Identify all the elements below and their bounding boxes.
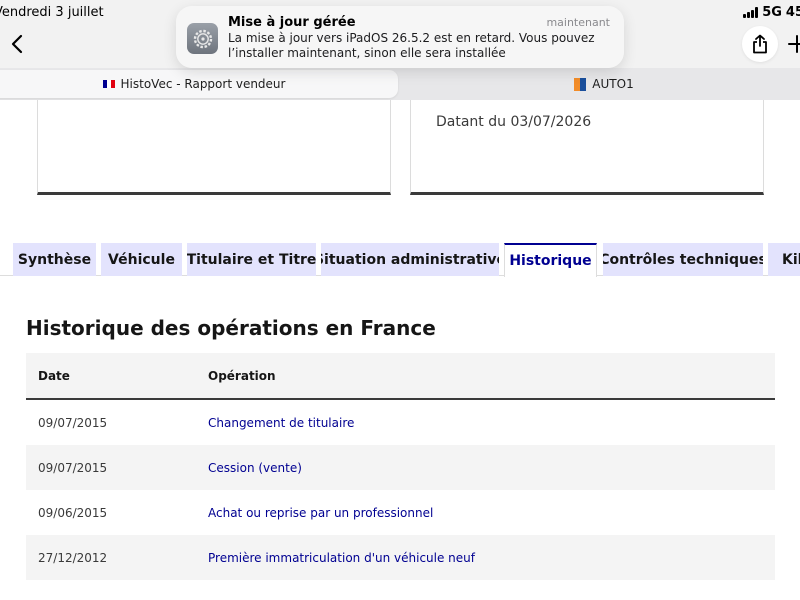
settings-gear-icon xyxy=(187,23,218,54)
chevron-left-icon xyxy=(11,34,23,54)
row-date: 09/07/2015 xyxy=(38,460,108,475)
column-header-date: Date xyxy=(38,368,70,383)
share-icon xyxy=(753,34,767,54)
signal-icon xyxy=(743,7,759,18)
browser-tab-histovec[interactable]: HistoVec - Rapport vendeur xyxy=(0,70,398,98)
tab-kilometrage[interactable]: Kilo xyxy=(768,243,800,276)
auto1-logo-icon xyxy=(574,77,587,91)
card-date: Datant du 03/07/2026 xyxy=(436,114,592,130)
row-operation: Achat ou reprise par un professionnel xyxy=(208,505,434,520)
tab-vehicule[interactable]: Véhicule xyxy=(101,243,182,276)
browser-tab-label: AUTO1 xyxy=(592,77,634,91)
tab-titulaire-titre[interactable]: Titulaire et Titre xyxy=(187,243,316,276)
row-date: 27/12/2012 xyxy=(38,550,108,565)
browser-tab-strip: HistoVec - Rapport vendeur AUTO1 xyxy=(0,68,800,100)
browser-tab-auto1[interactable]: AUTO1 xyxy=(408,70,800,98)
column-header-operation: Opération xyxy=(208,368,276,383)
notification-time: maintenant xyxy=(546,16,610,29)
table-row: 27/12/2012 Première immatriculation d'un… xyxy=(26,535,775,580)
update-notification[interactable]: Mise à jour gérée maintenant La mise à j… xyxy=(176,6,624,68)
browser-tab-label: HistoVec - Rapport vendeur xyxy=(120,77,286,91)
status-indicators: 5G 45 xyxy=(743,5,800,20)
report-tabs: Synthèse Véhicule Titulaire et Titre Sit… xyxy=(0,243,800,277)
table-header: Date Opération xyxy=(26,353,775,400)
section-title: Historique des opérations en France xyxy=(26,316,436,340)
plus-icon xyxy=(788,35,800,53)
row-operation: Cession (vente) xyxy=(208,460,302,475)
info-card-left xyxy=(37,100,391,195)
tab-historique[interactable]: Historique xyxy=(504,243,597,277)
status-time: Vendredi 3 juillet xyxy=(0,5,104,20)
french-flag-icon xyxy=(102,80,115,88)
battery-level: 45 xyxy=(785,5,800,20)
tab-synthese[interactable]: Synthèse xyxy=(13,243,96,276)
row-date: 09/06/2015 xyxy=(38,505,108,520)
row-date: 09/07/2015 xyxy=(38,415,108,430)
new-tab-button[interactable] xyxy=(782,26,800,62)
tab-situation-administrative[interactable]: Situation administrative xyxy=(321,243,499,276)
operations-table: Date Opération 09/07/2015 Changement de … xyxy=(26,353,775,580)
network-type: 5G xyxy=(762,5,782,20)
row-operation: Changement de titulaire xyxy=(208,415,355,430)
row-operation: Première immatriculation d'un véhicule n… xyxy=(208,550,475,565)
page-content: Datant du 03/07/2026 Synthèse Véhicule T… xyxy=(0,100,800,600)
table-row: 09/07/2015 Changement de titulaire xyxy=(26,400,775,445)
notification-body: La mise à jour vers iPadOS 26.5.2 est en… xyxy=(228,31,595,62)
notification-title: Mise à jour gérée xyxy=(228,15,356,30)
table-row: 09/06/2015 Achat ou reprise par un profe… xyxy=(26,490,775,535)
tab-controles-techniques[interactable]: Contrôles techniques xyxy=(603,243,763,276)
back-button[interactable] xyxy=(2,26,32,62)
info-card-right: Datant du 03/07/2026 xyxy=(410,100,764,195)
table-row: 09/07/2015 Cession (vente) xyxy=(26,445,775,490)
share-button[interactable] xyxy=(742,26,778,62)
